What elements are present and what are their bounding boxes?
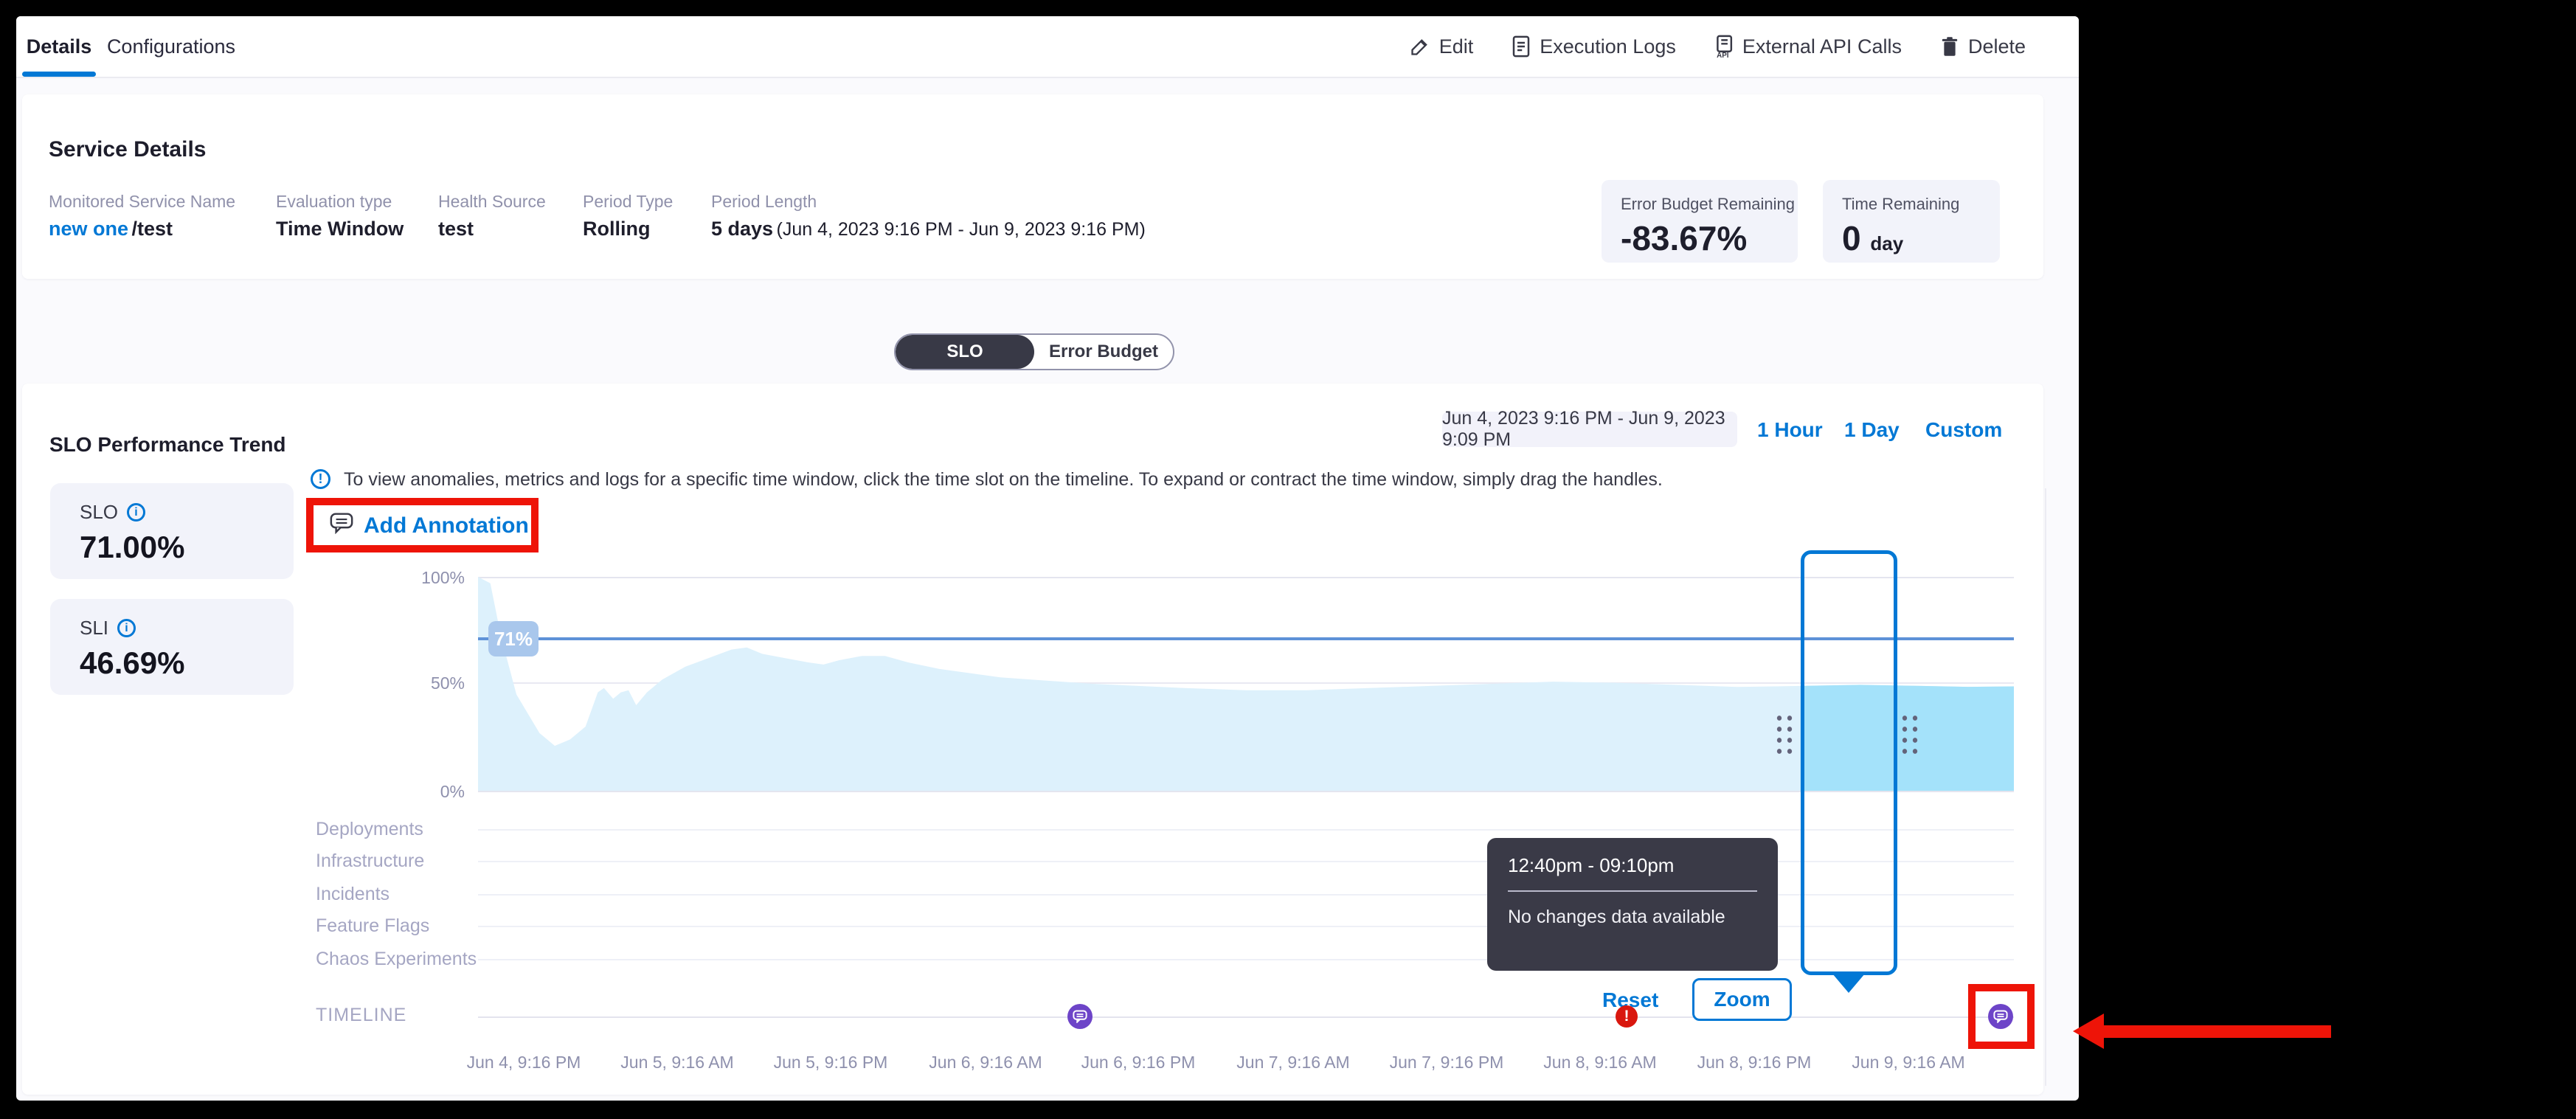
document-icon xyxy=(1512,35,1531,58)
xtick: Jun 7, 9:16 AM xyxy=(1212,1053,1374,1073)
slo-errorbudget-toggle: SLO Error Budget xyxy=(894,333,1174,370)
info-text: To view anomalies, metrics and logs for … xyxy=(344,469,1663,491)
row-label-infrastructure: Infrastructure xyxy=(316,850,424,872)
annotation-marker-icon[interactable] xyxy=(1067,1004,1093,1029)
service-details-title: Service Details xyxy=(49,137,206,162)
active-tab-underline xyxy=(22,72,96,77)
time-remaining-value: 0 day xyxy=(1842,218,1981,258)
slo-target-badge: 71% xyxy=(488,621,539,656)
range-link-1day[interactable]: 1 Day xyxy=(1844,418,1900,442)
field-period-type: Period Type Rolling xyxy=(583,192,673,240)
callout-arrow-shaft xyxy=(2102,1025,2331,1038)
brush-handle-right[interactable] xyxy=(1900,713,1920,757)
header-actions: Edit Execution Logs API External API Cal… xyxy=(1410,16,2026,77)
xtick: Jun 9, 9:16 AM xyxy=(1827,1053,1990,1073)
trend-title: SLO Performance Trend xyxy=(49,433,286,457)
sli-area-chart[interactable] xyxy=(478,577,2014,791)
sli-stat-value: 46.69% xyxy=(80,645,294,681)
error-budget-remaining-card: Error Budget Remaining -83.67% xyxy=(1602,180,1798,263)
row-label-deployments: Deployments xyxy=(316,819,423,840)
field-monitored-service-name: Monitored Service Name new one /test xyxy=(49,192,235,240)
execution-logs-label: Execution Logs xyxy=(1540,35,1676,58)
monitored-service-link[interactable]: new one xyxy=(49,218,128,240)
slo-stat-label: SLO xyxy=(80,501,118,524)
xtick: Jun 7, 9:16 PM xyxy=(1365,1053,1528,1073)
time-remaining-card: Time Remaining 0 day xyxy=(1823,180,2000,263)
changes-tooltip: 12:40pm - 09:10pm No changes data availa… xyxy=(1487,838,1778,971)
range-link-custom[interactable]: Custom xyxy=(1925,418,2002,442)
ytick-0: 0% xyxy=(384,782,465,802)
tooltip-divider xyxy=(1508,890,1757,892)
tooltip-body: No changes data available xyxy=(1508,907,1757,928)
zoom-button[interactable]: Zoom xyxy=(1692,978,1792,1021)
xtick: Jun 8, 9:16 PM xyxy=(1673,1053,1835,1073)
external-api-calls-button[interactable]: API External API Calls xyxy=(1714,35,1902,58)
timeline-label: TIMELINE xyxy=(316,1005,406,1026)
api-document-icon: API xyxy=(1714,35,1734,58)
slo-stat-card: SLO i 71.00% xyxy=(50,483,294,579)
tab-configurations-label: Configurations xyxy=(107,35,235,58)
row-line xyxy=(478,926,2014,927)
row-line xyxy=(478,829,2014,831)
right-divider xyxy=(2045,488,2046,1086)
slo-info-icon[interactable]: i xyxy=(127,503,145,522)
xtick: Jun 8, 9:16 AM xyxy=(1519,1053,1681,1073)
tab-details-label: Details xyxy=(27,35,92,58)
annotation-marker-callout-box xyxy=(1968,984,2035,1049)
xtick: Jun 5, 9:16 AM xyxy=(596,1053,758,1073)
tab-details[interactable]: Details xyxy=(22,16,96,77)
add-annotation-callout-box xyxy=(306,498,539,552)
time-window-brush[interactable] xyxy=(1801,550,1897,975)
field-health-source: Health Source test xyxy=(438,192,546,240)
pencil-icon xyxy=(1410,36,1430,57)
app-window: Details Configurations Edit Execution Lo… xyxy=(16,16,2079,1101)
execution-logs-button[interactable]: Execution Logs xyxy=(1512,35,1676,58)
info-icon: ! xyxy=(311,469,330,489)
xtick: Jun 6, 9:16 AM xyxy=(904,1053,1067,1073)
external-api-calls-label: External API Calls xyxy=(1742,35,1902,58)
trash-icon xyxy=(1940,36,1959,57)
xtick: Jun 6, 9:16 PM xyxy=(1057,1053,1219,1073)
delete-button[interactable]: Delete xyxy=(1940,35,2026,58)
range-link-1hour[interactable]: 1 Hour xyxy=(1757,418,1823,442)
delete-label: Delete xyxy=(1968,35,2026,58)
service-details-card: Service Details Monitored Service Name n… xyxy=(22,94,2043,279)
tooltip-time-range: 12:40pm - 09:10pm xyxy=(1508,854,1757,877)
date-range-chip[interactable]: Jun 4, 2023 9:16 PM - Jun 9, 2023 9:09 P… xyxy=(1442,412,1737,447)
xtick: Jun 5, 9:16 PM xyxy=(749,1053,912,1073)
xtick: Jun 4, 9:16 PM xyxy=(443,1053,605,1073)
slo-stat-value: 71.00% xyxy=(80,530,294,565)
info-banner: ! To view anomalies, metrics and logs fo… xyxy=(311,469,1663,491)
ytick-100: 100% xyxy=(384,568,465,588)
row-line xyxy=(478,959,2014,960)
row-label-chaos-experiments: Chaos Experiments xyxy=(316,949,477,970)
sli-info-icon[interactable]: i xyxy=(117,619,136,637)
row-label-incidents: Incidents xyxy=(316,884,389,905)
header-bar: Details Configurations Edit Execution Lo… xyxy=(16,16,2079,78)
edit-button[interactable]: Edit xyxy=(1410,35,1474,58)
ytick-50: 50% xyxy=(384,673,465,693)
error-marker-icon[interactable]: ! xyxy=(1616,1005,1638,1028)
field-evaluation-type: Evaluation type Time Window xyxy=(276,192,404,240)
gridline-0 xyxy=(478,791,2014,792)
field-period-length: Period Length 5 days (Jun 4, 2023 9:16 P… xyxy=(711,192,1146,240)
svg-text:API: API xyxy=(1717,52,1729,58)
tab-configurations[interactable]: Configurations xyxy=(105,16,238,77)
row-label-feature-flags: Feature Flags xyxy=(316,915,429,937)
row-line xyxy=(478,861,2014,862)
brush-pointer xyxy=(1832,974,1865,993)
error-budget-remaining-value: -83.67% xyxy=(1621,218,1779,258)
sli-stat-card: SLI i 46.69% xyxy=(50,599,294,695)
brush-handle-left[interactable] xyxy=(1774,713,1795,757)
callout-arrow-icon xyxy=(2073,1014,2104,1049)
toggle-slo[interactable]: SLO xyxy=(896,335,1034,369)
slo-target-line xyxy=(478,637,2014,640)
toggle-error-budget[interactable]: Error Budget xyxy=(1034,335,1173,369)
edit-label: Edit xyxy=(1439,35,1474,58)
row-line xyxy=(478,894,2014,895)
sli-stat-label: SLI xyxy=(80,617,108,640)
